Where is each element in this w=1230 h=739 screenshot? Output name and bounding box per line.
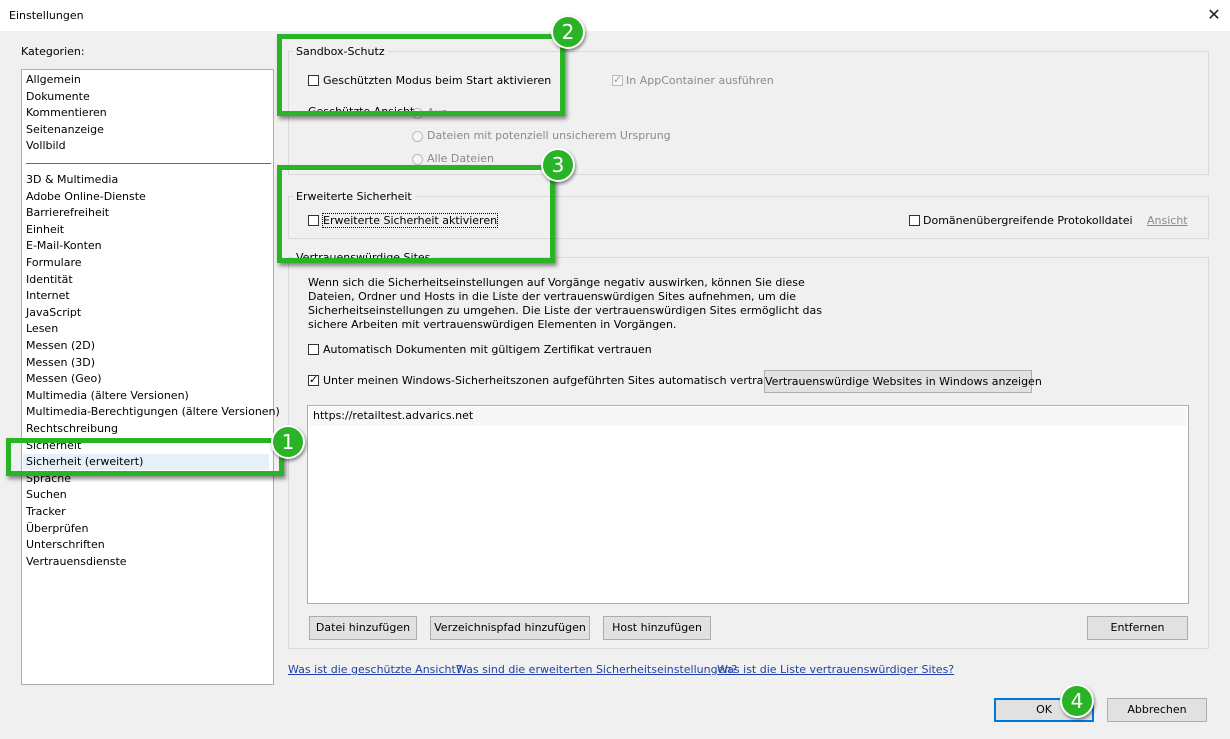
annotation-badge-1: 1 [271, 425, 305, 459]
crossdomain-log-label[interactable]: Domänenübergreifende Protokolldatei [923, 214, 1133, 227]
windows-zones-label[interactable]: Unter meinen Windows-Sicherheitszonen au… [323, 374, 784, 387]
category-separator [26, 163, 271, 164]
annotation-highlight-1 [6, 438, 284, 476]
appcontainer-checkbox[interactable] [612, 73, 623, 86]
categories-label: Kategorien: [21, 45, 85, 58]
title-bar [0, 0, 1230, 31]
show-windows-sites-button[interactable]: Vertrauenswürdige Websites in Windows an… [764, 370, 1042, 393]
remove-button[interactable]: Entfernen [1087, 616, 1188, 640]
category-item-internet[interactable]: Internet [26, 288, 70, 304]
annotation-badge-2: 2 [551, 15, 585, 49]
cancel-button[interactable]: Abbrechen [1107, 698, 1207, 722]
category-item-unterschriften[interactable]: Unterschriften [26, 537, 105, 553]
annotation-badge-4: 4 [1060, 684, 1094, 718]
category-item-suchen[interactable]: Suchen [26, 487, 67, 503]
category-item-messen-geo[interactable]: Messen (Geo) [26, 371, 102, 387]
category-item-dokumente[interactable]: Dokumente [26, 89, 90, 105]
protected-view-unsafe-radio[interactable] [412, 131, 423, 142]
category-item-lesen[interactable]: Lesen [26, 321, 58, 337]
category-item-barrierefreiheit[interactable]: Barrierefreiheit [26, 205, 109, 221]
category-item-uberprufen[interactable]: Überprüfen [26, 521, 88, 537]
windows-zones-checkbox[interactable] [308, 373, 319, 386]
protected-view-all-radio[interactable] [412, 154, 423, 165]
category-item-adobe-online-dienste[interactable]: Adobe Online-Dienste [26, 189, 146, 205]
appcontainer-label: In AppContainer ausführen [626, 74, 774, 87]
annotation-badge-3: 3 [541, 148, 575, 182]
auto-trust-certificate-checkbox[interactable] [308, 344, 319, 355]
trusted-site-row[interactable]: https://retailtest.advarics.net [309, 407, 1187, 426]
category-item-vertrauensdienste[interactable]: Vertrauensdienste [26, 554, 127, 570]
category-item-seitenanzeige[interactable]: Seitenanzeige [26, 122, 104, 138]
add-host-button[interactable]: Host hinzufügen [603, 616, 711, 640]
category-item-einheit[interactable]: Einheit [26, 222, 64, 238]
crossdomain-log-checkbox[interactable] [909, 215, 920, 226]
category-item-messen-2d[interactable]: Messen (2D) [26, 338, 95, 354]
category-item-javascript[interactable]: JavaScript [26, 305, 81, 321]
help-link-enhanced-security[interactable]: Was sind die erweiterten Sicherheitseins… [456, 663, 737, 676]
category-item-multimedia-altere-versionen[interactable]: Multimedia (ältere Versionen) [26, 388, 189, 404]
auto-trust-certificate-label[interactable]: Automatisch Dokumenten mit gültigem Zert… [323, 343, 652, 356]
category-item-kommentieren[interactable]: Kommentieren [26, 105, 107, 121]
category-item-allgemein[interactable]: Allgemein [26, 72, 81, 88]
category-item-e-mail-konten[interactable]: E-Mail-Konten [26, 238, 102, 254]
add-file-button[interactable]: Datei hinzufügen [309, 616, 417, 640]
help-link-protected-view[interactable]: Was ist die geschützte Ansicht? [288, 663, 462, 676]
add-folder-path-button[interactable]: Verzeichnispfad hinzufügen [430, 616, 590, 640]
category-item-vollbild[interactable]: Vollbild [26, 138, 66, 154]
categories-list[interactable]: Allgemein Dokumente Kommentieren Seitenanze… [21, 69, 280, 685]
category-item-identitat[interactable]: Identität [26, 272, 73, 288]
protected-view-unsafe-label: Dateien mit potenziell unsicherem Urspru… [427, 129, 671, 142]
protected-view-all-label: Alle Dateien [427, 152, 494, 165]
close-icon[interactable]: ✕ [1200, 2, 1228, 28]
window-title: Einstellungen [9, 9, 84, 22]
trusted-sites-description: Wenn sich die Sicherheitseinstellungen a… [308, 276, 822, 331]
trusted-sites-list[interactable]: https://retailtest.advarics.net [307, 405, 1189, 604]
category-item-rechtschreibung[interactable]: Rechtschreibung [26, 421, 118, 437]
crossdomain-view-link[interactable]: Ansicht [1147, 214, 1188, 227]
annotation-highlight-2 [277, 34, 565, 116]
category-item-messen-3d[interactable]: Messen (3D) [26, 355, 95, 371]
category-item-multimedia-berechtigungen-altere-versionen[interactable]: Multimedia-Berechtigungen (ältere Versio… [26, 404, 280, 420]
category-item-formulare[interactable]: Formulare [26, 255, 82, 271]
help-link-trusted-list[interactable]: Was ist die Liste vertrauenswürdiger Sit… [717, 663, 954, 676]
annotation-highlight-3 [277, 165, 555, 263]
category-item-tracker[interactable]: Tracker [26, 504, 66, 520]
category-item-3d-multimedia[interactable]: 3D & Multimedia [26, 172, 118, 188]
